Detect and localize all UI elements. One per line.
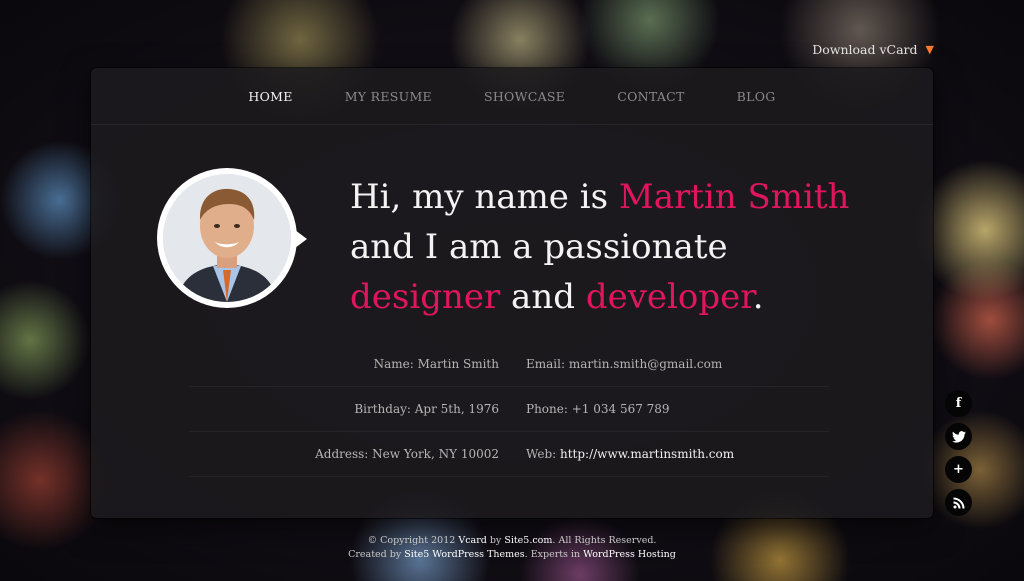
intro-headline: Hi, my name is Martin Smith and I am a p…: [350, 172, 870, 322]
plus-icon[interactable]: +: [945, 456, 972, 483]
footer-hosting-link[interactable]: WordPress Hosting: [583, 549, 676, 560]
info-row: Name: Martin Smith Email: martin.smith@g…: [189, 342, 829, 387]
intro-role-developer: developer: [585, 277, 753, 317]
nav-item-contact[interactable]: CONTACT: [617, 89, 684, 104]
website-link[interactable]: http://www.martinsmith.com: [560, 447, 734, 461]
footer-brand-link[interactable]: Vcard: [458, 535, 486, 546]
info-web-label: Web:: [526, 447, 560, 461]
info-phone: Phone: +1 034 567 789: [526, 402, 670, 416]
info-name: Name: Martin Smith: [373, 357, 499, 371]
info-web: Web: http://www.martinsmith.com: [526, 447, 734, 461]
footer-by-text: by: [486, 535, 505, 546]
footer-copyright-text: © Copyright 2012: [367, 535, 459, 546]
nav-item-my-resume[interactable]: MY RESUME: [345, 89, 432, 104]
footer-rights-text: . All Rights Reserved.: [552, 535, 657, 546]
avatar-ring: [157, 168, 307, 308]
main-nav: HOME MY RESUME SHOWCASE CONTACT BLOG: [91, 68, 933, 125]
footer: © Copyright 2012 Vcard by Site5.com. All…: [0, 534, 1024, 562]
footer-copyright: © Copyright 2012 Vcard by Site5.com. All…: [0, 534, 1024, 548]
download-vcard-label: Download vCard: [812, 42, 918, 57]
intro-role-designer: designer: [350, 277, 501, 317]
intro-period: .: [752, 277, 764, 317]
footer-experts-text: . Experts in: [524, 549, 584, 560]
download-vcard-link[interactable]: Download vCard ▼: [812, 42, 934, 57]
footer-credits: Created by Site5 WordPress Themes. Exper…: [0, 548, 1024, 562]
footer-created-text: Created by: [348, 549, 405, 560]
footer-site5-link[interactable]: Site5.com: [504, 535, 552, 546]
intro-line-1: Hi, my name is Martin Smith: [350, 172, 870, 222]
contact-info-table: Name: Martin Smith Email: martin.smith@g…: [189, 342, 829, 477]
intro-name: Martin Smith: [618, 177, 850, 217]
vcard-panel: HOME MY RESUME SHOWCASE CONTACT BLOG Hi,…: [91, 68, 933, 518]
intro-line-2: and I am a passionate: [350, 227, 728, 267]
info-row: Birthday: Apr 5th, 1976 Phone: +1 034 56…: [189, 387, 829, 432]
info-birthday: Birthday: Apr 5th, 1976: [354, 402, 499, 416]
info-email: Email: martin.smith@gmail.com: [526, 357, 723, 371]
info-address: Address: New York, NY 10002: [315, 447, 499, 461]
intro-line-3: designer and developer.: [350, 272, 870, 322]
arrow-down-icon: ▼: [925, 43, 934, 56]
twitter-bird-glyph: [951, 430, 966, 443]
info-row: Address: New York, NY 10002 Web: http://…: [189, 432, 829, 477]
footer-themes-link[interactable]: Site5 WordPress Themes: [404, 549, 524, 560]
person-portrait-icon: [163, 174, 291, 302]
social-links: f +: [945, 390, 972, 516]
nav-item-blog[interactable]: BLOG: [737, 89, 776, 104]
avatar-photo: [163, 174, 291, 302]
facebook-icon[interactable]: f: [945, 390, 972, 417]
rss-icon[interactable]: [945, 489, 972, 516]
nav-item-home[interactable]: HOME: [248, 89, 292, 104]
profile-avatar: [157, 168, 307, 308]
nav-item-showcase[interactable]: SHOWCASE: [484, 89, 565, 104]
intro-and: and: [500, 277, 586, 317]
rss-glyph: [953, 497, 964, 508]
twitter-icon[interactable]: [945, 423, 972, 450]
intro-greeting: Hi, my name is: [350, 177, 619, 217]
